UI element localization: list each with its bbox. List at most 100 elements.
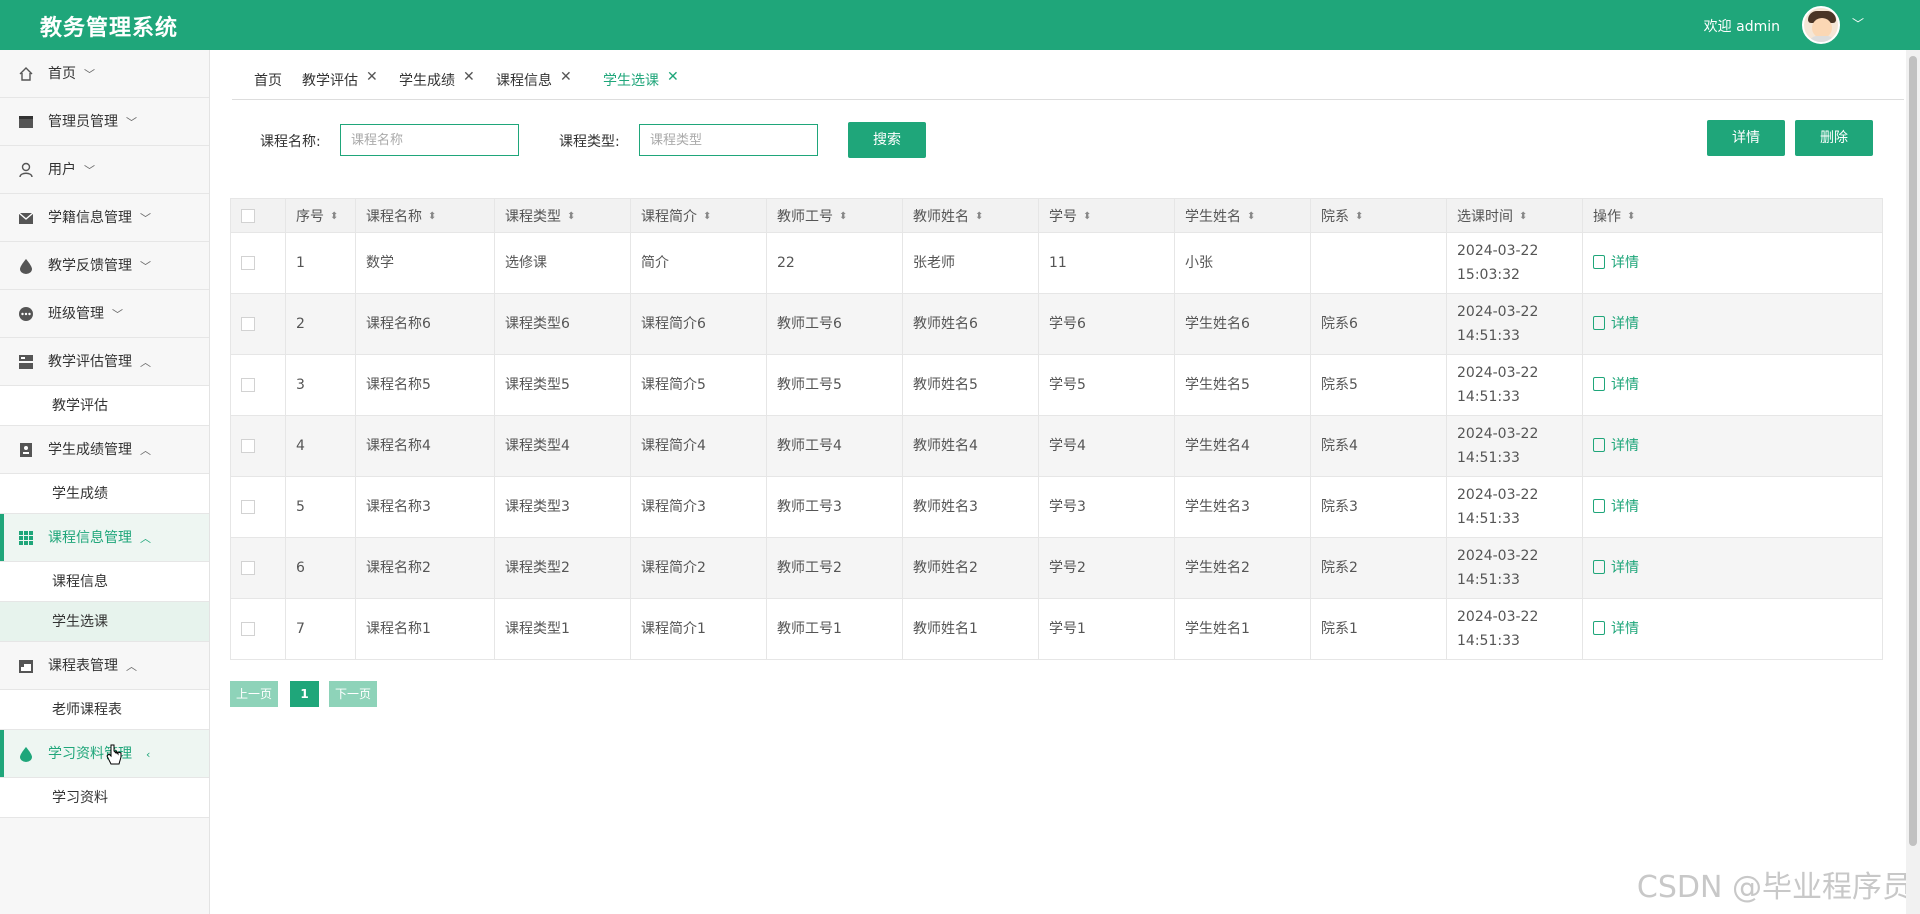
sidebar-item-admin[interactable]: 管理员管理 ﹀ <box>0 98 209 146</box>
chevron-down-icon[interactable]: ﹀ <box>1852 15 1864 32</box>
admin-icon <box>19 116 33 128</box>
sidebar-subitem-teacher-schedule[interactable]: 老师课程表 <box>0 690 209 730</box>
sort-icon[interactable]: ⬍ <box>703 211 711 222</box>
sidebar-subitem-materials[interactable]: 学习资料 <box>0 778 209 818</box>
sidebar-item-student-records[interactable]: 学籍信息管理 ﹀ <box>0 194 209 242</box>
delete-button[interactable]: 删除 <box>1795 120 1873 156</box>
sort-icon[interactable]: ⬍ <box>1627 211 1635 222</box>
scrollbar[interactable] <box>1906 50 1920 914</box>
column-header[interactable]: 课程名称 ⬍ <box>355 198 495 233</box>
close-icon[interactable]: ✕ <box>366 69 378 85</box>
column-header[interactable]: 学号 ⬍ <box>1038 198 1175 233</box>
table-row[interactable]: 4 课程名称4 课程类型4 课程简介4 教师工号4 教师姓名4 学号4 学生姓名4 院系4 202… <box>230 415 1883 477</box>
sidebar-item-feedback[interactable]: 教学反馈管理 ﹀ <box>0 242 209 290</box>
sidebar-item-home[interactable]: 首页 ﹀ <box>0 50 209 98</box>
sidebar-item-class[interactable]: 班级管理 ﹀ <box>0 290 209 338</box>
avatar[interactable] <box>1802 6 1840 44</box>
column-header[interactable]: 教师姓名 ⬍ <box>902 198 1039 233</box>
table-row[interactable]: 6 课程名称2 课程类型2 课程简介2 教师工号2 教师姓名2 学号2 学生姓名2 院系2 202… <box>230 537 1883 599</box>
row-select-cell[interactable] <box>230 232 286 294</box>
detail-button[interactable]: 详情 <box>1707 120 1785 156</box>
tab-label: 学生成绩 <box>399 73 455 89</box>
next-page-button[interactable]: 下一页 <box>329 681 377 707</box>
tab-course-info[interactable]: 课程信息 ✕ <box>496 69 572 90</box>
sidebar-subitem-scores[interactable]: 学生成绩 <box>0 474 209 514</box>
table-row[interactable]: 3 课程名称5 课程类型5 课程简介5 教师工号5 教师姓名5 学号5 学生姓名5 院系5 202… <box>230 354 1883 416</box>
row-checkbox[interactable] <box>241 317 255 331</box>
sidebar-item-materials[interactable]: 学习资料管理 ‹ <box>0 730 209 778</box>
table-cell: 课程简介1 <box>630 598 767 660</box>
sidebar-item-scores[interactable]: 学生成绩管理 ︿ <box>0 426 209 474</box>
page-1-button[interactable]: 1 <box>290 681 319 707</box>
row-detail-link[interactable]: 详情 <box>1593 499 1639 515</box>
course-type-input[interactable] <box>639 124 818 156</box>
table-cell: 2024-03-22 14:51:33 <box>1446 598 1583 660</box>
column-header[interactable]: 课程简介 ⬍ <box>630 198 767 233</box>
sidebar-subitem-course-info[interactable]: 课程信息 <box>0 562 209 602</box>
row-checkbox[interactable] <box>241 439 255 453</box>
row-select-cell[interactable] <box>230 598 286 660</box>
row-detail-link[interactable]: 详情 <box>1593 316 1639 332</box>
tab-evaluation[interactable]: 教学评估 ✕ <box>302 69 378 90</box>
sort-icon[interactable]: ⬍ <box>975 211 983 222</box>
row-detail-link[interactable]: 详情 <box>1593 560 1639 576</box>
sidebar-item-evaluation[interactable]: 教学评估管理 ︿ <box>0 338 209 386</box>
table-cell: 课程名称5 <box>355 354 495 416</box>
sidebar-subitem-evaluation[interactable]: 教学评估 <box>0 386 209 426</box>
chevron-down-icon: ﹀ <box>126 116 137 129</box>
select-all-checkbox[interactable] <box>241 208 255 223</box>
sidebar-item-label: 首页 <box>48 66 76 82</box>
row-select-cell[interactable] <box>230 537 286 599</box>
row-select-cell[interactable] <box>230 415 286 477</box>
row-checkbox[interactable] <box>241 561 255 575</box>
sort-icon[interactable]: ⬍ <box>330 211 338 222</box>
column-header[interactable]: 课程类型 ⬍ <box>494 198 631 233</box>
sort-icon[interactable]: ⬍ <box>1355 211 1363 222</box>
tab-course-select[interactable]: 学生选课 ✕ <box>603 69 679 90</box>
row-select-cell[interactable] <box>230 293 286 355</box>
close-icon[interactable]: ✕ <box>463 69 475 85</box>
column-header[interactable]: 序号 ⬍ <box>285 198 356 233</box>
row-checkbox[interactable] <box>241 622 255 636</box>
sort-icon[interactable]: ⬍ <box>839 211 847 222</box>
column-header[interactable]: 选课时间 ⬍ <box>1446 198 1583 233</box>
sidebar-subitem-course-select[interactable]: 学生选课 <box>0 602 209 642</box>
course-name-input[interactable] <box>340 124 519 156</box>
sort-icon[interactable]: ⬍ <box>567 211 575 222</box>
edit-doc-icon <box>1593 499 1605 513</box>
row-detail-link[interactable]: 详情 <box>1593 438 1639 454</box>
table-row[interactable]: 1 数学 选修课 简介 22 张老师 11 小张 2024-03-22 15:03:32 详情 <box>230 232 1883 294</box>
row-checkbox[interactable] <box>241 500 255 514</box>
search-button[interactable]: 搜索 <box>848 122 926 158</box>
column-header[interactable]: 操作 ⬍ <box>1582 198 1883 233</box>
close-icon[interactable]: ✕ <box>560 69 572 85</box>
table-row[interactable]: 5 课程名称3 课程类型3 课程简介3 教师工号3 教师姓名3 学号3 学生姓名3 院系3 202… <box>230 476 1883 538</box>
close-icon[interactable]: ✕ <box>667 69 679 85</box>
sidebar-item-user[interactable]: 用户 ﹀ <box>0 146 209 194</box>
row-detail-link[interactable]: 详情 <box>1593 377 1639 393</box>
tab-scores[interactable]: 学生成绩 ✕ <box>399 69 475 90</box>
row-select-cell[interactable] <box>230 354 286 416</box>
table-row[interactable]: 2 课程名称6 课程类型6 课程简介6 教师工号6 教师姓名6 学号6 学生姓名6 院系6 202… <box>230 293 1883 355</box>
column-header[interactable]: 院系 ⬍ <box>1310 198 1447 233</box>
table-row[interactable]: 7 课程名称1 课程类型1 课程简介1 教师工号1 教师姓名1 学号1 学生姓名1 院系1 202… <box>230 598 1883 660</box>
row-select-cell[interactable] <box>230 476 286 538</box>
row-detail-link[interactable]: 详情 <box>1593 255 1639 271</box>
column-header[interactable]: 学生姓名 ⬍ <box>1174 198 1311 233</box>
sort-icon[interactable]: ⬍ <box>1247 211 1255 222</box>
sidebar-item-schedule[interactable]: 课程表管理 ︿ <box>0 642 209 690</box>
sort-icon[interactable]: ⬍ <box>1519 211 1527 222</box>
prev-page-button[interactable]: 上一页 <box>230 681 278 707</box>
tab-home[interactable]: 首页 <box>254 70 282 90</box>
row-checkbox[interactable] <box>241 256 255 270</box>
row-checkbox[interactable] <box>241 378 255 392</box>
scrollbar-thumb[interactable] <box>1909 56 1917 846</box>
sort-icon[interactable]: ⬍ <box>428 211 436 222</box>
sidebar-item-course-info[interactable]: 课程信息管理 ︿ <box>0 514 209 562</box>
drop-icon <box>20 747 32 762</box>
row-detail-link[interactable]: 详情 <box>1593 621 1639 637</box>
sort-icon[interactable]: ⬍ <box>1083 211 1091 222</box>
column-header[interactable]: 教师工号 ⬍ <box>766 198 903 233</box>
select-all-cell[interactable] <box>230 198 286 233</box>
sidebar: 首页 ﹀ 管理员管理 ﹀ 用户 ﹀ 学籍信息管理 ﹀ 教学反馈管理 ﹀ 班级管理 ﹀ 教学评… <box>0 50 210 914</box>
